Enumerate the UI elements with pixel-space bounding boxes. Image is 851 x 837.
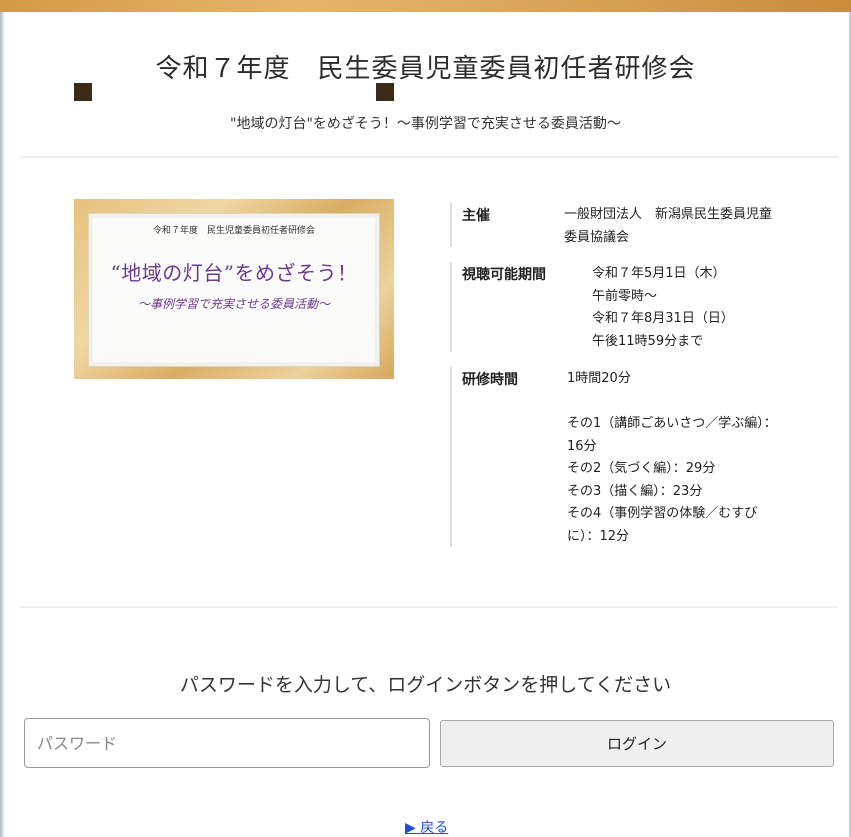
window-left-edge: [0, 12, 5, 837]
organizer-label: 主催: [462, 208, 490, 224]
duration-spacer: [567, 391, 782, 414]
period-line: 午後11時59分まで: [592, 333, 704, 349]
period-line: 午前零時～: [592, 288, 658, 304]
duration-value: 1時間20分 その1（講師ごあいさつ／学ぶ編）：16分 その2（気づく編）：29…: [567, 368, 782, 548]
divider-bottom: [20, 606, 838, 608]
period-label: 視聴可能期間: [462, 267, 546, 283]
banner-left-tab: [74, 83, 92, 101]
divider-top: [20, 156, 838, 158]
banner-main-title: “地域の灯台”をめざそう！: [110, 261, 358, 285]
banner-card: 令和７年度 民生児童委員初任者研修会 “地域の灯台”をめざそう！ ～事例学習で充…: [88, 213, 380, 367]
info-row-duration: 研修時間 1時間20分 その1（講師ごあいさつ／学ぶ編）：16分 その2（気づく…: [450, 367, 810, 547]
duration-part: その4（事例学習の体験／むすび に）：12分: [567, 506, 758, 544]
back-link[interactable]: ▶ 戻る: [405, 817, 448, 837]
period-line: 令和７年5月1日（木）: [592, 266, 726, 281]
top-decorative-bar: [0, 0, 851, 12]
period-line: 令和７年8月31日（日）: [592, 311, 734, 326]
page-subtitle: "地域の灯台"をめざそう！～事例学習で充実させる委員活動～: [230, 116, 621, 132]
duration-label: 研修時間: [462, 372, 518, 388]
organizer-line: 委員協議会: [564, 229, 630, 245]
course-banner-image: 令和７年度 民生児童委員初任者研修会 “地域の灯台”をめざそう！ ～事例学習で充…: [74, 199, 394, 379]
banner-small-title: 令和７年度 民生児童委員初任者研修会: [152, 226, 315, 236]
info-row-organizer: 主催 一般財団法人 新潟県民生委員児童 委員協議会: [450, 203, 810, 247]
period-value: 令和７年5月1日（木） 午前零時～ 令和７年8月31日（日） 午後11時59分ま…: [592, 263, 807, 353]
login-instructions: パスワードを入力して、ログインボタンを押してください: [179, 674, 672, 696]
info-row-period: 視聴可能期間 令和７年5月1日（木） 午前零時～ 令和７年8月31日（日） 午後…: [450, 262, 810, 352]
duration-part: その3（描く編）：23分: [567, 483, 703, 499]
password-input[interactable]: [24, 718, 430, 768]
duration-part: その1（講師ごあいさつ／学ぶ編）：16分: [567, 416, 777, 454]
duration-part: その2（気づく編）：29分: [567, 461, 716, 476]
banner-sub-title: ～事例学習で充実させる委員活動～: [137, 297, 330, 311]
organizer-line: 一般財団法人 新潟県民生委員児童: [564, 207, 773, 222]
page-title: 令和７年度 民生委員児童委員初任者研修会: [155, 54, 696, 84]
duration-total: 1時間20分: [567, 371, 631, 386]
banner-right-tab: [376, 83, 394, 101]
login-button[interactable]: ログイン: [440, 720, 834, 767]
organizer-value: 一般財団法人 新潟県民生委員児童 委員協議会: [564, 204, 804, 249]
